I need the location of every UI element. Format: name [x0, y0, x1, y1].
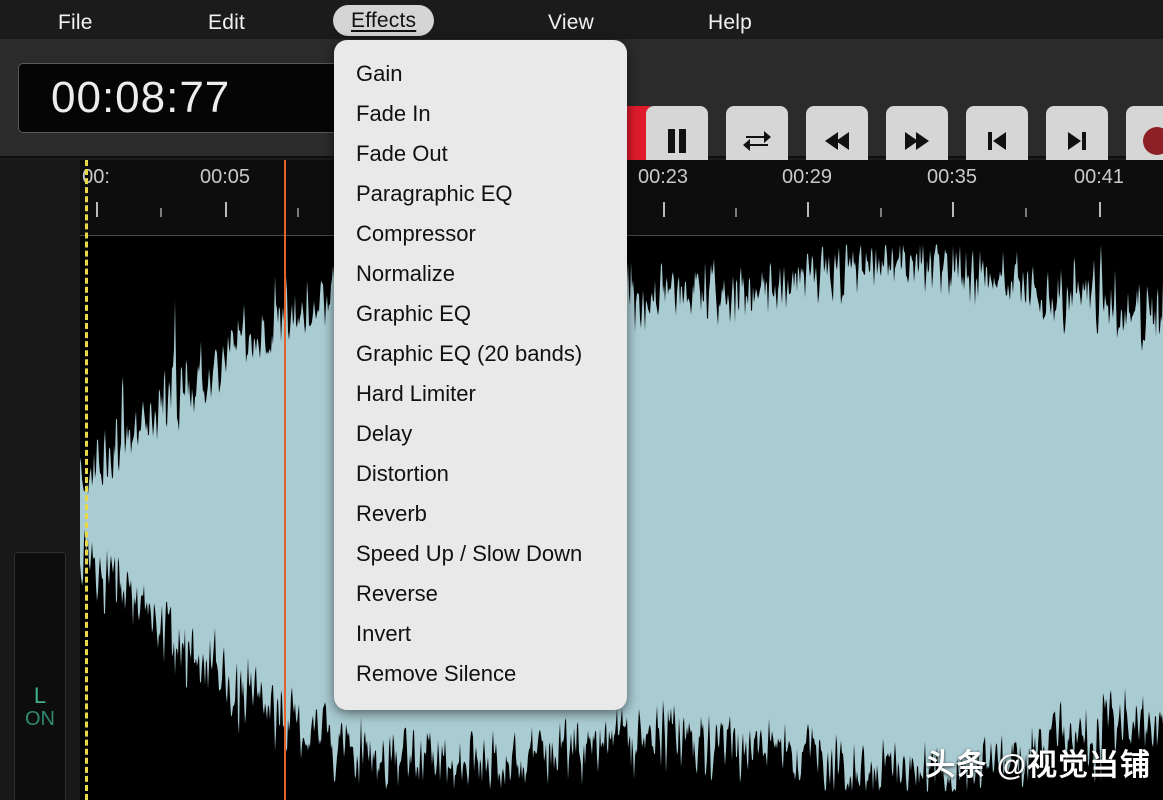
effects-menu-item[interactable]: Fade Out — [334, 134, 627, 174]
effects-menu-item[interactable]: Delay — [334, 414, 627, 454]
ruler-label: 00:29 — [781, 166, 833, 188]
ruler-tick-minor — [735, 208, 737, 217]
rewind-icon — [823, 129, 851, 153]
watermark-text: 头条 @视觉当铺 — [925, 749, 1151, 782]
ruler-label: 00:35 — [926, 166, 978, 188]
menu-item-help[interactable]: Help — [690, 7, 770, 38]
effects-menu-item[interactable]: Graphic EQ — [334, 294, 627, 334]
effects-dropdown-menu[interactable]: Gain Fade In Fade Out Paragraphic EQ Compres… — [334, 40, 627, 710]
menu-item-effects[interactable]: Effects — [333, 5, 435, 36]
ruler-tick-major — [225, 202, 227, 217]
effects-menu-item[interactable]: Normalize — [334, 254, 627, 294]
ruler-tick-major — [807, 202, 809, 217]
effects-menu-item[interactable]: Remove Silence — [334, 654, 627, 694]
ruler-tick-minor — [880, 208, 882, 217]
skip-to-start-icon — [985, 129, 1009, 153]
effects-menu-item[interactable]: Invert — [334, 614, 627, 654]
effects-menu-item[interactable]: Reverb — [334, 494, 627, 534]
effects-menu-item[interactable]: Reverse — [334, 574, 627, 614]
channel-state-label: ON — [25, 708, 55, 731]
effects-menu-item[interactable]: Distortion — [334, 454, 627, 494]
ruler-tick-major — [952, 202, 954, 217]
effects-menu-item[interactable]: Fade In — [334, 94, 627, 134]
channel-control-panel[interactable]: L ON — [14, 552, 66, 800]
record-icon — [1140, 124, 1163, 158]
ruler-tick-minor — [297, 208, 299, 217]
skip-to-end-icon — [1065, 129, 1089, 153]
selection-marker-line[interactable] — [85, 160, 88, 800]
ruler-tick-major — [96, 202, 98, 217]
ruler-tick-minor — [160, 208, 162, 217]
ruler-tick-major — [663, 202, 665, 217]
effects-menu-item[interactable]: Graphic EQ (20 bands) — [334, 334, 627, 374]
menu-bar: File Edit Effects View Help — [0, 0, 1163, 39]
menu-item-file[interactable]: File — [40, 7, 111, 38]
effects-menu-item[interactable]: Hard Limiter — [334, 374, 627, 414]
effects-menu-item[interactable]: Speed Up / Slow Down — [334, 534, 627, 574]
effects-menu-item[interactable]: Compressor — [334, 214, 627, 254]
menu-item-edit[interactable]: Edit — [190, 7, 263, 38]
effects-menu-item[interactable]: Gain — [334, 54, 627, 94]
fast-forward-icon — [903, 129, 931, 153]
ruler-tick-major — [1099, 202, 1101, 217]
audio-editor-window: File Edit Effects View Help 00:08:77 00:… — [0, 0, 1163, 800]
ruler-label: 00:41 — [1073, 166, 1125, 188]
pause-icon — [666, 128, 688, 154]
playhead-line[interactable] — [284, 160, 286, 800]
track-gutter: L ON — [0, 160, 80, 800]
ruler-label: 00:05 — [199, 166, 251, 188]
menu-item-view[interactable]: View — [530, 7, 612, 38]
effects-menu-item[interactable]: Paragraphic EQ — [334, 174, 627, 214]
channel-letter-label: L — [33, 682, 47, 708]
ruler-label: 00:23 — [637, 166, 689, 188]
ruler-tick-minor — [1025, 208, 1027, 217]
current-time-value: 00:08:77 — [51, 73, 231, 122]
loop-icon — [742, 127, 772, 155]
